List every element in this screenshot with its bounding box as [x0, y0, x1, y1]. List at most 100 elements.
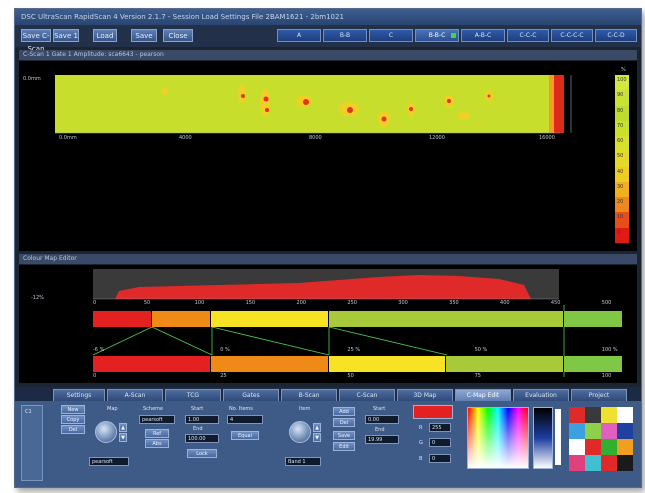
no-items-field[interactable]: 4	[227, 415, 263, 424]
view-a-button[interactable]: A	[277, 29, 321, 42]
load-button[interactable]: Load	[93, 29, 117, 42]
colormap-panel-header: Colour Map Editor	[19, 254, 637, 264]
item-value-field[interactable]: Band 1	[285, 457, 321, 466]
green-field[interactable]: 0	[429, 438, 451, 447]
lower-ticks: 0 25 50 75 100	[93, 373, 623, 379]
upper-bar-segment[interactable]	[328, 311, 565, 327]
view-abc-button[interactable]: A-B-C	[461, 29, 505, 42]
legend-cell: 30	[615, 181, 629, 198]
cscan-image	[55, 75, 572, 134]
map-up-arrow-icon[interactable]: ▲	[119, 423, 127, 432]
delete-item-button[interactable]: Del	[333, 418, 355, 427]
map-down-arrow-icon[interactable]: ▼	[119, 433, 127, 442]
tab-gates[interactable]: Gates	[223, 389, 279, 401]
upper-color-bar[interactable]	[93, 311, 623, 327]
pointer-label: 100 %	[601, 347, 618, 353]
add-item-button[interactable]: Add	[333, 407, 355, 416]
scale-ticks: 0 50 100 150 200 250 300 350 400 450 500	[93, 300, 623, 306]
colormap-panel[interactable]: -12% 0 50 100 150 200 250 300 350 400 450 500 -6 %…	[19, 265, 637, 383]
copy-map-button[interactable]: Copy	[61, 415, 85, 424]
edit-item-button[interactable]: Edit	[333, 442, 355, 451]
tab-3d-map[interactable]: 3D Map	[397, 389, 453, 401]
lower-color-bar[interactable]	[93, 356, 623, 372]
ref-button[interactable]: Ref	[145, 429, 169, 438]
lower-bar-segment[interactable]	[446, 356, 565, 372]
item-select-knob[interactable]	[289, 421, 311, 443]
view-ccd-button[interactable]: C-C-D	[595, 29, 637, 42]
lock-button[interactable]: Lock	[187, 449, 217, 458]
save-cscan-button[interactable]: Save C-Scan	[21, 29, 51, 53]
item-end-label: End	[375, 427, 385, 433]
legend-label: 20	[617, 199, 624, 206]
map-value-field[interactable]: pearsoft	[89, 457, 129, 466]
color-legend: 100 90 80 70 60 50 40 30 20 10 0	[615, 75, 629, 244]
view-bb-button[interactable]: B-B	[323, 29, 367, 42]
save-item-button[interactable]: Save	[333, 431, 355, 440]
tab-b-scan[interactable]: B-Scan	[281, 389, 337, 401]
map-select-knob[interactable]	[95, 421, 117, 443]
view-bbc-button[interactable]: B-B-C	[415, 29, 459, 42]
legend-label: 50	[617, 153, 624, 160]
color-palette-grid[interactable]	[569, 407, 633, 471]
tab-tcg[interactable]: TCG	[165, 389, 221, 401]
upper-bar-segment[interactable]	[93, 311, 152, 327]
cscan-panel-header: C-Scan 1 Gate 1 Amplitude: sca6643 - pea…	[19, 50, 637, 60]
item-end-field[interactable]: 19.99	[365, 435, 399, 444]
start-field[interactable]: 1.00	[185, 415, 219, 424]
end-field[interactable]: 100.00	[185, 434, 219, 443]
legend-cell: 40	[615, 166, 629, 183]
current-color-swatch[interactable]	[413, 405, 453, 419]
new-map-button[interactable]: New	[61, 405, 85, 414]
tab-evaluation[interactable]: Evaluation	[513, 389, 569, 401]
lower-bar-segment[interactable]	[93, 356, 211, 372]
item-down-arrow-icon[interactable]: ▼	[313, 433, 321, 442]
tab-a-scan[interactable]: A-Scan	[107, 389, 163, 401]
save-1-button[interactable]: Save 1	[53, 29, 79, 42]
legend-cell: 90	[615, 90, 629, 107]
delete-map-button[interactable]: Del	[61, 425, 85, 434]
tab-c-map-edit[interactable]: C-Map Edit	[455, 389, 511, 401]
lower-bar-segment[interactable]	[210, 356, 329, 372]
cscan-x-tick: 0.0mm	[59, 135, 77, 141]
brightness-handle[interactable]	[555, 409, 561, 465]
item-start-field[interactable]: 0.00	[365, 415, 399, 424]
tab-project[interactable]: Project	[571, 389, 627, 401]
start-label: Start	[191, 406, 204, 412]
green-label: G	[419, 440, 423, 446]
view-c-button[interactable]: C	[369, 29, 413, 42]
abs-button[interactable]: Abs	[145, 439, 169, 448]
view-label: C-C-C-C	[560, 32, 584, 39]
legend-label: 100	[617, 77, 627, 83]
view-ccc-button[interactable]: C-C-C	[507, 29, 549, 42]
equal-button[interactable]: Equal	[231, 431, 259, 440]
no-items-label: No. Items	[229, 406, 253, 412]
upper-bar-segment[interactable]	[564, 311, 623, 327]
legend-cell: 100	[615, 75, 629, 91]
legend-cell: 20	[615, 197, 629, 213]
item-up-arrow-icon[interactable]: ▲	[313, 423, 321, 432]
pointer-label: 25 %	[347, 347, 361, 353]
save-button[interactable]: Save	[131, 29, 157, 42]
red-field[interactable]: 255	[429, 423, 451, 432]
lower-tick: 75	[474, 373, 481, 379]
close-button[interactable]: Close	[163, 29, 193, 42]
view-cccc-button[interactable]: C-C-C-C	[551, 29, 593, 42]
tab-settings[interactable]: Settings	[53, 389, 105, 401]
side-label: C1	[25, 409, 32, 415]
tab-c-scan[interactable]: C-Scan	[339, 389, 395, 401]
scale-tick: 200	[296, 300, 307, 306]
upper-bar-segment[interactable]	[210, 311, 329, 327]
scheme-field[interactable]: pearsoft	[139, 415, 175, 424]
brightness-slider[interactable]	[533, 407, 553, 469]
control-panel: C1 New Copy Del Map ▲ ▼ pearsoft Scheme …	[15, 401, 641, 487]
color-picker-gradient[interactable]	[467, 407, 529, 469]
cscan-x-tick: 4000	[179, 135, 192, 141]
legend-cell: 10	[615, 212, 629, 229]
scale-tick: 150	[245, 300, 256, 306]
cscan-panel[interactable]: 0.0mm 0.0mm 4000 8000 12000 16000 % 100 …	[19, 61, 637, 251]
blue-label: B	[419, 456, 423, 462]
upper-bar-segment[interactable]	[151, 311, 211, 327]
lower-bar-segment[interactable]	[328, 356, 447, 372]
blue-field[interactable]: 0	[429, 454, 451, 463]
lower-bar-segment[interactable]	[564, 356, 623, 372]
